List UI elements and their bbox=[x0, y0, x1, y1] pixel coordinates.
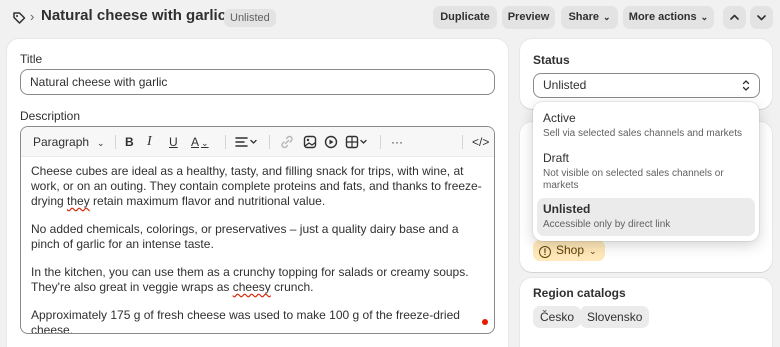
duplicate-label: Duplicate bbox=[440, 11, 490, 23]
description-editor[interactable]: Paragraph ⌄ B I U A ⌄ ··· </> Cheese cub… bbox=[20, 126, 495, 334]
option-description: Accessible only by direct link bbox=[543, 219, 671, 230]
share-button[interactable]: Share ⌄ bbox=[561, 6, 618, 29]
status-option-active[interactable]: Active Sell via selected sales channels … bbox=[537, 107, 755, 145]
shop-channel-badge[interactable]: ! Shop ⌄ bbox=[533, 240, 605, 261]
option-label: Active bbox=[543, 111, 576, 125]
status-selected-value: Unlisted bbox=[543, 78, 587, 92]
text-color-label: A bbox=[191, 135, 200, 149]
preview-button[interactable]: Preview bbox=[502, 6, 555, 29]
description-paragraph: No added chemicals, colorings, or preser… bbox=[31, 222, 459, 251]
toolbar-divider bbox=[225, 135, 226, 149]
chevron-up-icon bbox=[730, 14, 739, 20]
page-title: Natural cheese with garlic bbox=[41, 7, 227, 24]
preview-label: Preview bbox=[507, 11, 550, 23]
insert-icon[interactable] bbox=[345, 134, 371, 150]
breadcrumb-separator: › bbox=[30, 9, 35, 24]
chevron-down-icon bbox=[757, 15, 766, 21]
italic-button[interactable]: I bbox=[147, 134, 152, 150]
video-icon[interactable] bbox=[324, 134, 338, 150]
more-actions-label: More actions bbox=[628, 11, 697, 23]
status-label: Status bbox=[533, 53, 570, 67]
option-description: Sell via selected sales channels and mar… bbox=[543, 128, 742, 139]
chevron-down-icon: ⌄ bbox=[97, 138, 105, 148]
description-label: Description bbox=[20, 109, 81, 123]
paragraph-format-select[interactable]: Paragraph ⌄ bbox=[33, 134, 105, 150]
description-content[interactable]: Cheese cubes are ideal as a healthy, tas… bbox=[31, 164, 489, 334]
toolbar-divider bbox=[462, 135, 463, 149]
text-color-button[interactable]: A ⌄ bbox=[191, 134, 209, 150]
image-icon[interactable] bbox=[303, 134, 317, 150]
status-select[interactable]: Unlisted bbox=[533, 73, 760, 98]
description-text: crunch. bbox=[270, 280, 314, 294]
page-header: › Natural cheese with garlic Unlisted Du… bbox=[0, 0, 780, 36]
duplicate-button[interactable]: Duplicate bbox=[433, 6, 497, 29]
region-chip[interactable]: Slovensko bbox=[580, 306, 650, 328]
align-left-icon[interactable] bbox=[235, 134, 259, 150]
select-chevrons-icon bbox=[742, 80, 750, 91]
option-label: Unlisted bbox=[543, 202, 591, 216]
description-paragraph: Cheese cubes are ideal as a healthy, tas… bbox=[31, 164, 489, 209]
bold-button[interactable]: B bbox=[125, 134, 134, 150]
description-text: retain maximum flavor and nutritional va… bbox=[89, 194, 326, 208]
spellcheck-word: cheesy bbox=[232, 280, 271, 294]
status-option-draft[interactable]: Draft Not visible on selected sales chan… bbox=[537, 147, 755, 197]
next-product-button[interactable] bbox=[750, 6, 773, 29]
spellcheck-word: they bbox=[67, 194, 90, 208]
title-input[interactable]: Natural cheese with garlic bbox=[20, 69, 495, 95]
share-label: Share bbox=[568, 11, 600, 23]
chevron-down-icon: ⌄ bbox=[700, 12, 709, 22]
spellcheck-indicator-icon bbox=[482, 319, 488, 325]
title-label: Title bbox=[20, 52, 43, 66]
editor-toolbar: Paragraph ⌄ B I U A ⌄ ··· </> bbox=[21, 127, 494, 157]
code-view-button[interactable]: </> bbox=[472, 134, 489, 150]
more-actions-button[interactable]: More actions ⌄ bbox=[623, 6, 714, 29]
warning-icon: ! bbox=[539, 246, 551, 258]
region-chip[interactable]: Česko bbox=[533, 306, 582, 328]
previous-product-button[interactable] bbox=[723, 6, 746, 29]
paragraph-label: Paragraph bbox=[33, 135, 90, 149]
toolbar-divider bbox=[269, 135, 270, 149]
chevron-down-icon: ⌄ bbox=[589, 246, 597, 256]
status-badge: Unlisted bbox=[224, 9, 276, 27]
toolbar-divider bbox=[115, 135, 116, 149]
toolbar-divider bbox=[380, 135, 381, 149]
option-label: Draft bbox=[543, 151, 570, 165]
chevron-down-icon: ⌄ bbox=[201, 138, 209, 148]
chevron-down-icon: ⌄ bbox=[603, 12, 611, 22]
region-catalogs-label: Region catalogs bbox=[533, 286, 626, 300]
more-formatting-button[interactable]: ··· bbox=[391, 134, 403, 150]
status-dropdown: Active Sell via selected sales channels … bbox=[533, 102, 759, 241]
tag-icon bbox=[13, 12, 26, 24]
description-paragraph: Approximately 175 g of fresh cheese was … bbox=[31, 308, 460, 334]
shop-label: Shop bbox=[556, 243, 585, 257]
underline-button[interactable]: U bbox=[169, 134, 178, 150]
status-option-unlisted[interactable]: Unlisted Accessible only by direct link bbox=[537, 198, 755, 236]
description-paragraph: In the kitchen, you can use them as a cr… bbox=[31, 265, 489, 295]
option-description: Not visible on selected sales channels o… bbox=[543, 168, 724, 191]
link-icon[interactable] bbox=[280, 134, 294, 150]
